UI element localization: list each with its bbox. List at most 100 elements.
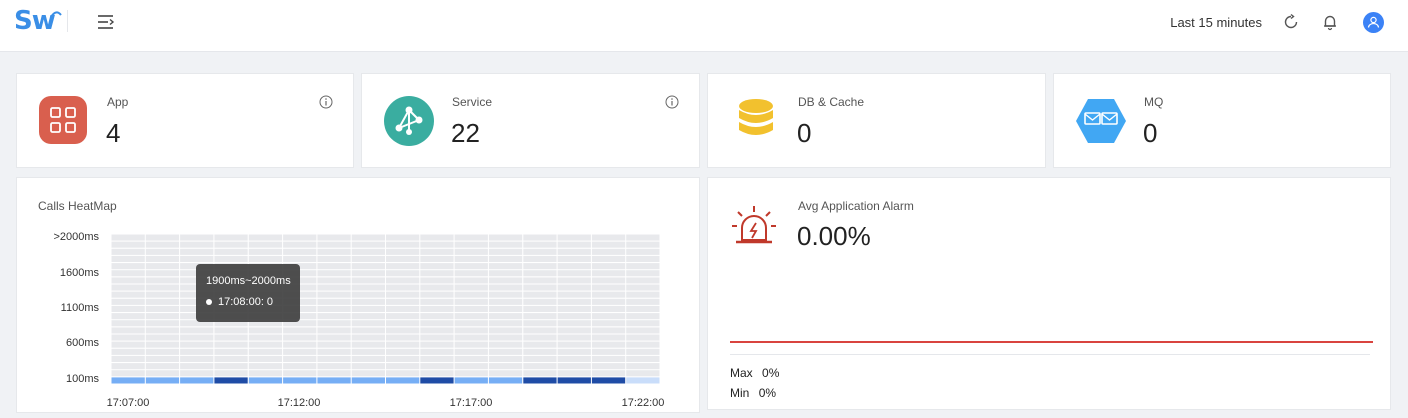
heatmap-cell[interactable]	[180, 341, 214, 348]
heatmap-cell[interactable]	[454, 348, 488, 355]
heatmap-cell[interactable]	[420, 291, 454, 298]
heatmap-cell[interactable]	[557, 277, 591, 284]
heatmap-cell[interactable]	[591, 305, 626, 312]
heatmap-cell[interactable]	[454, 370, 488, 377]
heatmap-cell[interactable]	[523, 263, 557, 270]
heatmap-cell[interactable]	[523, 363, 557, 370]
heatmap-cell[interactable]	[214, 334, 248, 341]
logo[interactable]: Sw	[14, 6, 64, 38]
heatmap-cell-active[interactable]	[488, 377, 523, 384]
heatmap-cell[interactable]	[386, 327, 420, 334]
heatmap-cell[interactable]	[591, 313, 626, 320]
heatmap-cell[interactable]	[111, 327, 145, 334]
heatmap-cell[interactable]	[111, 313, 145, 320]
heatmap-cell[interactable]	[317, 363, 351, 370]
heatmap-cell[interactable]	[454, 298, 488, 305]
heatmap-cell[interactable]	[488, 334, 523, 341]
heatmap-cell[interactable]	[386, 263, 420, 270]
heatmap-cell[interactable]	[180, 355, 214, 362]
heatmap-cell[interactable]	[317, 263, 351, 270]
heatmap-cell[interactable]	[111, 255, 145, 262]
heatmap-cell[interactable]	[180, 348, 214, 355]
heatmap-cell[interactable]	[591, 363, 626, 370]
heatmap-cell[interactable]	[488, 327, 523, 334]
heatmap-cell[interactable]	[523, 355, 557, 362]
heatmap-cell[interactable]	[591, 334, 626, 341]
heatmap-cell[interactable]	[626, 255, 660, 262]
heatmap-cell[interactable]	[488, 284, 523, 291]
heatmap-cell[interactable]	[488, 313, 523, 320]
heatmap-cell[interactable]	[248, 370, 283, 377]
heatmap-cell[interactable]	[454, 334, 488, 341]
heatmap-cell[interactable]	[557, 320, 591, 327]
heatmap-cell[interactable]	[420, 305, 454, 312]
heatmap-cell[interactable]	[351, 334, 385, 341]
heatmap-cell[interactable]	[454, 341, 488, 348]
heatmap-cell[interactable]	[317, 341, 351, 348]
heatmap-cell[interactable]	[626, 277, 660, 284]
heatmap-cell[interactable]	[626, 241, 660, 248]
heatmap-cell[interactable]	[317, 355, 351, 362]
heatmap-cell[interactable]	[454, 363, 488, 370]
heatmap-cell[interactable]	[523, 334, 557, 341]
heatmap-cell[interactable]	[111, 370, 145, 377]
heatmap-cell[interactable]	[591, 355, 626, 362]
heatmap-cell[interactable]	[283, 241, 317, 248]
heatmap-cell[interactable]	[145, 255, 180, 262]
heatmap-cell[interactable]	[145, 234, 180, 241]
heatmap-cell[interactable]	[523, 320, 557, 327]
heatmap-cell[interactable]	[248, 248, 283, 255]
heatmap-cell[interactable]	[523, 277, 557, 284]
heatmap-cell[interactable]	[180, 370, 214, 377]
heatmap-cell-active[interactable]	[386, 377, 420, 384]
heatmap-cell[interactable]	[386, 363, 420, 370]
heatmap-cell[interactable]	[145, 363, 180, 370]
heatmap-cell[interactable]	[591, 341, 626, 348]
heatmap-cell[interactable]	[214, 355, 248, 362]
heatmap-cell[interactable]	[180, 255, 214, 262]
heatmap-cell[interactable]	[557, 241, 591, 248]
heatmap-cell[interactable]	[386, 241, 420, 248]
heatmap-cell[interactable]	[386, 370, 420, 377]
heatmap-cell[interactable]	[386, 355, 420, 362]
heatmap-cell[interactable]	[420, 334, 454, 341]
heatmap-cell-active[interactable]	[214, 377, 248, 384]
heatmap-cell[interactable]	[283, 334, 317, 341]
heatmap-cell-active[interactable]	[523, 377, 557, 384]
heatmap-cell[interactable]	[420, 348, 454, 355]
heatmap-cell[interactable]	[488, 241, 523, 248]
heatmap-cell[interactable]	[591, 370, 626, 377]
heatmap-cell[interactable]	[386, 234, 420, 241]
heatmap-cell[interactable]	[523, 291, 557, 298]
heatmap-cell[interactable]	[283, 355, 317, 362]
heatmap-cell[interactable]	[420, 255, 454, 262]
heatmap-cell[interactable]	[145, 241, 180, 248]
heatmap-cell[interactable]	[351, 320, 385, 327]
heatmap-cell[interactable]	[557, 348, 591, 355]
heatmap-cell[interactable]	[523, 248, 557, 255]
heatmap-cell[interactable]	[626, 298, 660, 305]
heatmap-cell[interactable]	[317, 370, 351, 377]
heatmap-cell[interactable]	[351, 277, 385, 284]
heatmap-cell[interactable]	[317, 298, 351, 305]
heatmap-cell[interactable]	[214, 241, 248, 248]
heatmap-cell[interactable]	[351, 255, 385, 262]
heatmap-cell[interactable]	[557, 270, 591, 277]
heatmap-cell[interactable]	[454, 313, 488, 320]
heatmap-cell[interactable]	[145, 248, 180, 255]
heatmap-cell[interactable]	[626, 248, 660, 255]
heatmap-cell[interactable]	[145, 341, 180, 348]
heatmap-cell[interactable]	[317, 284, 351, 291]
heatmap-cell[interactable]	[351, 355, 385, 362]
heatmap-cell[interactable]	[557, 255, 591, 262]
heatmap-cell[interactable]	[111, 298, 145, 305]
heatmap-cell[interactable]	[111, 291, 145, 298]
heatmap-cell[interactable]	[145, 327, 180, 334]
heatmap-cell[interactable]	[214, 255, 248, 262]
heatmap-cell[interactable]	[351, 270, 385, 277]
heatmap-cell[interactable]	[626, 291, 660, 298]
heatmap-cell-active[interactable]	[317, 377, 351, 384]
heatmap-cell[interactable]	[626, 305, 660, 312]
heatmap-cell[interactable]	[317, 327, 351, 334]
refresh-icon[interactable]	[1282, 13, 1300, 31]
